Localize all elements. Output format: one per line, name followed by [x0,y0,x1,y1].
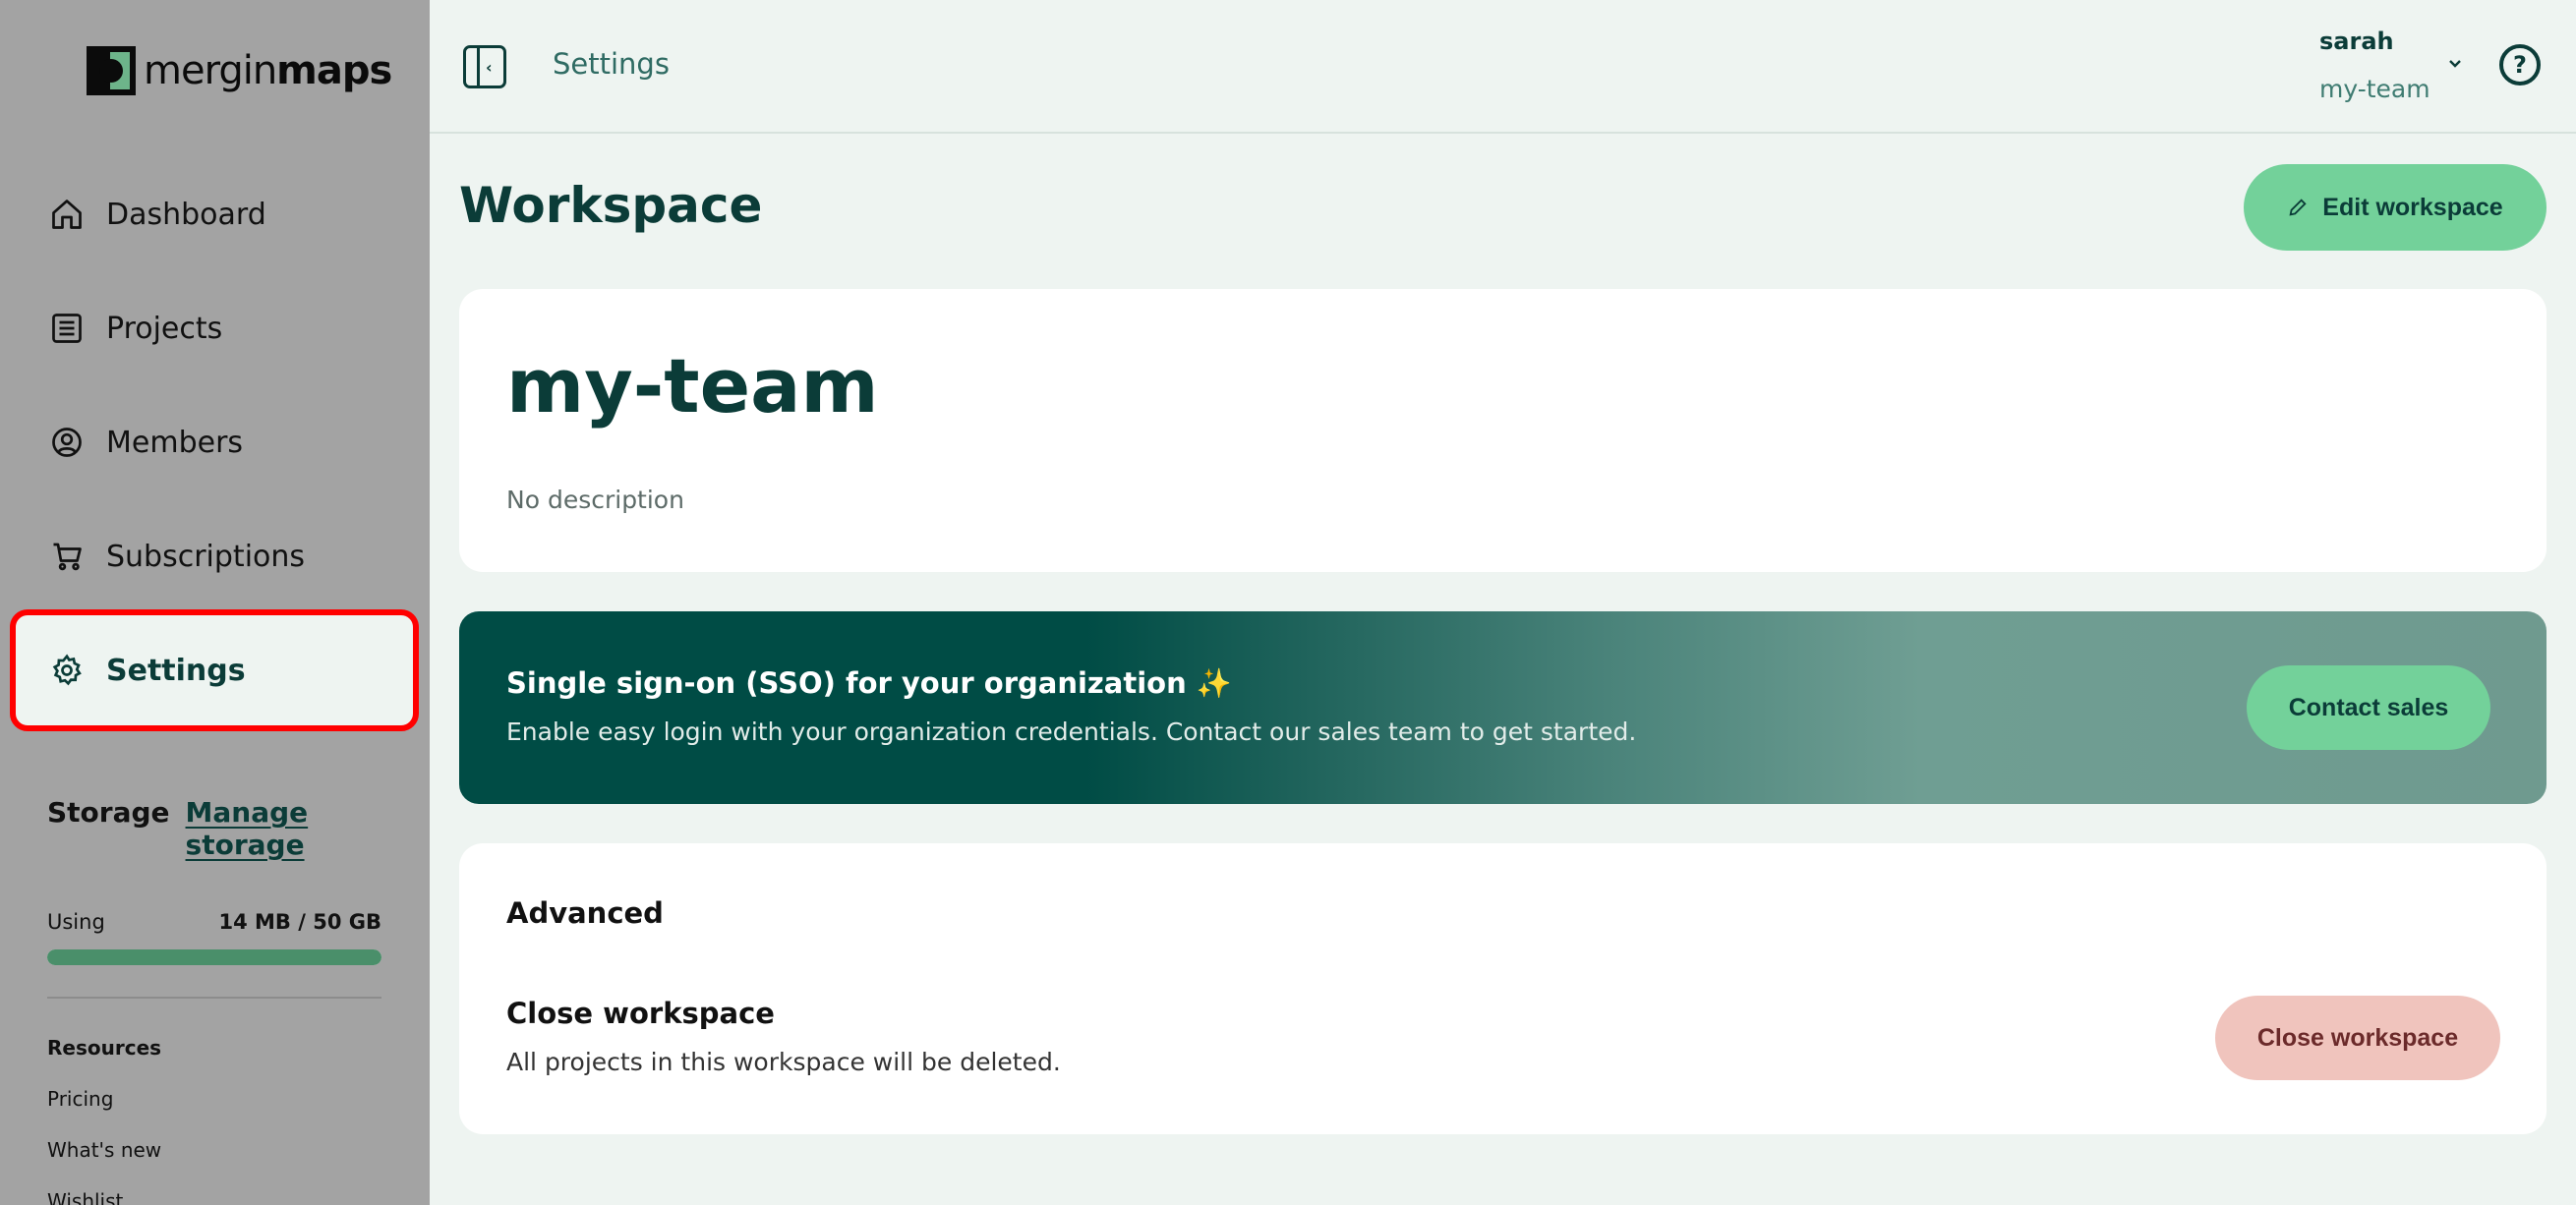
logo-icon [87,46,136,95]
sidebar-item-label: Settings [106,653,246,688]
edit-workspace-button[interactable]: Edit workspace [2244,164,2547,251]
resource-link-wishlist[interactable]: Wishlist [47,1189,381,1205]
workspace-info-card: my-team No description [459,289,2547,572]
sidebar: merginmaps Dashboard Projects Members Su… [0,0,430,1205]
sso-title: Single sign-on (SSO) for your organizati… [506,666,1232,700]
divider [47,997,381,999]
user-circle-icon [47,423,87,462]
close-workspace-description: All projects in this workspace will be d… [506,1048,1061,1076]
header-title: Settings [553,47,670,81]
chevron-left-icon: ‹ [486,58,493,77]
sidebar-toggle-button[interactable]: ‹ [463,45,506,88]
user-workspace: my-team [2319,75,2430,103]
user-menu[interactable]: sarah my-team [2319,28,2430,103]
mergin-maps-logo[interactable]: merginmaps [87,45,392,96]
storage-progress-bar [47,949,381,965]
usage-label: Using [47,910,105,934]
manage-storage-link[interactable]: Manage storage [186,796,381,861]
resources-title: Resources [47,1036,162,1060]
sidebar-nav: Dashboard Projects Members Subscriptions… [10,157,419,731]
advanced-card: Advanced Close workspace All projects in… [459,843,2547,1134]
cart-icon [47,537,87,576]
sso-subtitle: Enable easy login with your organization… [506,717,1637,746]
logo-text: merginmaps [144,48,392,93]
sso-banner: Single sign-on (SSO) for your organizati… [459,611,2547,804]
sidebar-item-label: Subscriptions [106,539,306,574]
page-title: Workspace [459,177,763,234]
gear-icon [47,651,87,690]
sidebar-item-settings[interactable]: Settings [10,609,419,731]
pencil-icon [2287,197,2309,218]
close-workspace-button[interactable]: Close workspace [2215,996,2500,1080]
chevron-down-icon[interactable] [2443,51,2467,75]
user-name: sarah [2319,28,2394,55]
resource-link-whats-new[interactable]: What's new [47,1138,381,1162]
home-icon [47,195,87,234]
sidebar-item-dashboard[interactable]: Dashboard [14,157,415,271]
workspace-name: my-team [506,342,879,430]
resource-link-pricing[interactable]: Pricing [47,1087,381,1111]
storage-progress-fill [47,949,381,965]
storage-panel: Storage Manage storage Using 14 MB / 50 … [47,796,381,1205]
sidebar-item-subscriptions[interactable]: Subscriptions [14,499,415,613]
usage-value: 14 MB / 50 GB [218,910,381,934]
top-header: ‹ Settings sarah my-team ? [430,0,2576,134]
list-icon [47,309,87,348]
sidebar-item-projects[interactable]: Projects [14,271,415,385]
sidebar-item-label: Members [106,425,244,460]
sidebar-item-label: Projects [106,311,223,346]
workspace-description: No description [506,486,684,514]
storage-title: Storage [47,796,170,829]
sidebar-item-members[interactable]: Members [14,385,415,499]
advanced-title: Advanced [506,896,664,930]
help-icon[interactable]: ? [2499,44,2541,86]
close-workspace-title: Close workspace [506,997,775,1030]
sidebar-item-label: Dashboard [106,197,266,232]
contact-sales-button[interactable]: Contact sales [2247,665,2490,750]
edit-workspace-label: Edit workspace [2322,193,2503,221]
